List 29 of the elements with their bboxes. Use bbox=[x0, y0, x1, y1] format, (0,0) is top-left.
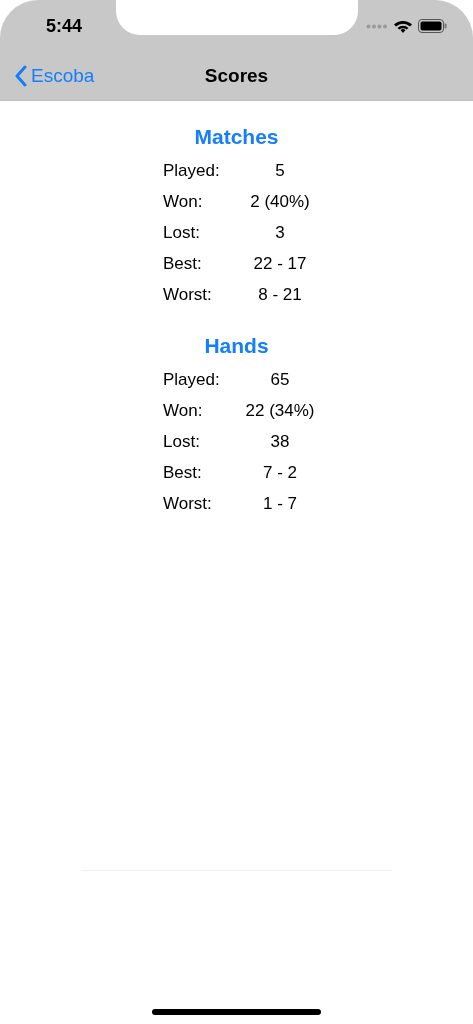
stat-label: Won: bbox=[163, 191, 203, 212]
wifi-icon bbox=[394, 19, 412, 33]
stat-value: 22 (34%) bbox=[245, 400, 315, 421]
chevron-left-icon bbox=[14, 65, 27, 87]
stat-value: 65 bbox=[270, 369, 290, 390]
signal-icon bbox=[366, 23, 388, 29]
stat-value: 38 bbox=[270, 431, 290, 452]
battery-icon bbox=[418, 19, 447, 33]
stat-label: Won: bbox=[163, 400, 203, 421]
section-title: Hands bbox=[204, 334, 269, 358]
stat-label: Best: bbox=[163, 462, 202, 483]
stat-label: Played: bbox=[163, 160, 220, 181]
stat-value: 2 (40%) bbox=[250, 191, 310, 212]
stat-value: 8 - 21 bbox=[258, 284, 302, 305]
stat-value: 5 bbox=[275, 160, 285, 181]
stat-label: Worst: bbox=[163, 493, 212, 514]
nav-title: Scores bbox=[204, 65, 269, 87]
back-button[interactable]: Escoba bbox=[14, 65, 95, 87]
stat-value: 7 - 2 bbox=[263, 462, 297, 483]
section-title: Matches bbox=[194, 125, 279, 149]
stat-label: Lost: bbox=[163, 222, 200, 243]
stat-value: 3 bbox=[275, 222, 285, 243]
stat-label: Worst: bbox=[163, 284, 212, 305]
stat-value: 22 - 17 bbox=[253, 253, 307, 274]
stat-label: Best: bbox=[163, 253, 202, 274]
status-time: 5:44 bbox=[46, 15, 83, 37]
stat-label: Played: bbox=[163, 369, 220, 390]
stat-value: 1 - 7 bbox=[263, 493, 297, 514]
stat-label: Lost: bbox=[163, 431, 200, 452]
